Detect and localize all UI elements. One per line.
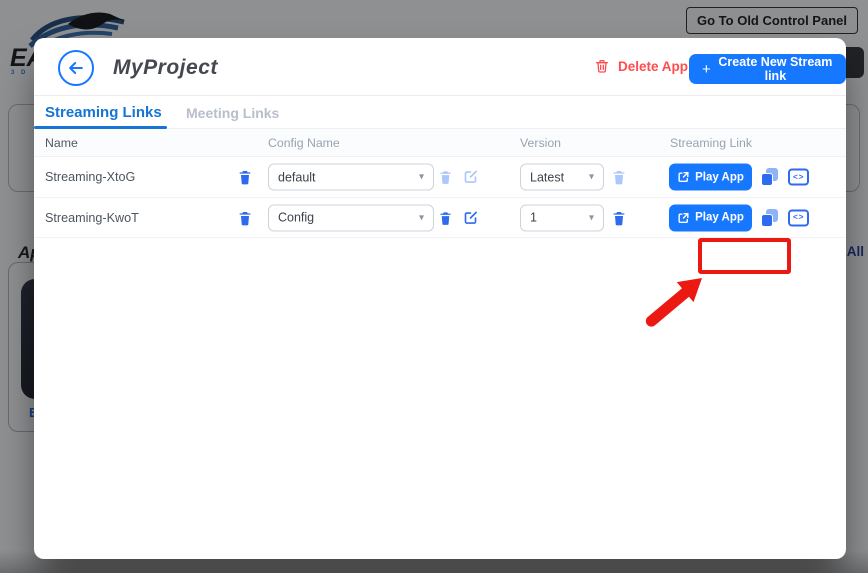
config-name-value: Config: [278, 211, 314, 225]
column-header-streaming-link: Streaming Link: [670, 136, 752, 150]
delete-version-button[interactable]: [611, 169, 627, 186]
delete-stream-button[interactable]: [237, 169, 253, 186]
delete-app-label: Delete App: [618, 59, 688, 74]
edit-config-button[interactable]: [463, 210, 478, 225]
embed-code-button[interactable]: <>: [788, 209, 809, 226]
plus-icon: +: [702, 61, 711, 78]
chevron-down-icon: ▾: [411, 212, 424, 223]
stream-name: Streaming-XtoG: [45, 170, 135, 184]
trash-outline-icon: [594, 58, 610, 74]
edit-icon: [463, 210, 478, 225]
page-title: MyProject: [113, 56, 218, 80]
table-row: Streaming-KwoT Config ▾: [34, 198, 846, 238]
config-name-value: default: [278, 170, 316, 184]
annotation-arrow-icon: [638, 268, 710, 334]
play-app-label: Play App: [695, 212, 744, 224]
play-app-label: Play App: [695, 171, 744, 183]
version-value: 1: [530, 211, 537, 225]
arrow-left-icon: [66, 58, 86, 78]
config-name-select[interactable]: Config ▾: [268, 204, 434, 231]
code-embed-icon: <>: [788, 169, 809, 186]
chevron-down-icon: ▾: [581, 212, 594, 223]
edit-icon: [463, 170, 478, 185]
trash-icon: [237, 209, 253, 226]
delete-app-button[interactable]: Delete App: [594, 58, 688, 74]
trash-icon: [611, 209, 627, 226]
delete-stream-button[interactable]: [237, 209, 253, 226]
version-select[interactable]: Latest ▾: [520, 164, 604, 191]
copy-link-button[interactable]: [761, 209, 778, 227]
version-value: Latest: [530, 170, 564, 184]
column-header-config-name: Config Name: [268, 136, 340, 150]
annotation-highlight-box: [698, 238, 791, 274]
create-new-stream-link-label: Create New Stream link: [718, 55, 833, 83]
create-new-stream-link-button[interactable]: + Create New Stream link: [689, 54, 846, 84]
play-app-button[interactable]: Play App: [669, 164, 752, 191]
trash-icon: [611, 169, 627, 186]
external-link-icon: [677, 211, 690, 224]
trash-icon: [438, 210, 453, 226]
project-modal: MyProject Delete App + Create New Stream…: [34, 38, 846, 559]
tab-streaming-links[interactable]: Streaming Links: [45, 104, 162, 121]
delete-config-button[interactable]: [438, 169, 453, 185]
play-app-button[interactable]: Play App: [669, 204, 752, 231]
config-name-select[interactable]: default ▾: [268, 164, 434, 191]
table-row: Streaming-XtoG default ▾: [34, 157, 846, 198]
code-embed-icon: <>: [788, 209, 809, 226]
table-header-row: Name Config Name Version Streaming Link: [34, 129, 846, 157]
delete-version-button[interactable]: [611, 209, 627, 226]
chevron-down-icon: ▾: [411, 172, 424, 183]
edit-config-button[interactable]: [463, 170, 478, 185]
embed-code-button[interactable]: <>: [788, 169, 809, 186]
delete-config-button[interactable]: [438, 210, 453, 226]
header-divider: [34, 95, 846, 96]
copy-icon: [761, 209, 778, 227]
chevron-down-icon: ▾: [581, 172, 594, 183]
version-select[interactable]: 1 ▾: [520, 204, 604, 231]
stream-name: Streaming-KwoT: [45, 211, 139, 225]
trash-icon: [438, 169, 453, 185]
external-link-icon: [677, 171, 690, 184]
column-header-name: Name: [45, 136, 78, 150]
column-header-version: Version: [520, 136, 561, 150]
copy-icon: [761, 168, 778, 186]
copy-link-button[interactable]: [761, 168, 778, 186]
back-button[interactable]: [58, 50, 94, 86]
tab-meeting-links[interactable]: Meeting Links: [186, 105, 279, 121]
trash-icon: [237, 169, 253, 186]
